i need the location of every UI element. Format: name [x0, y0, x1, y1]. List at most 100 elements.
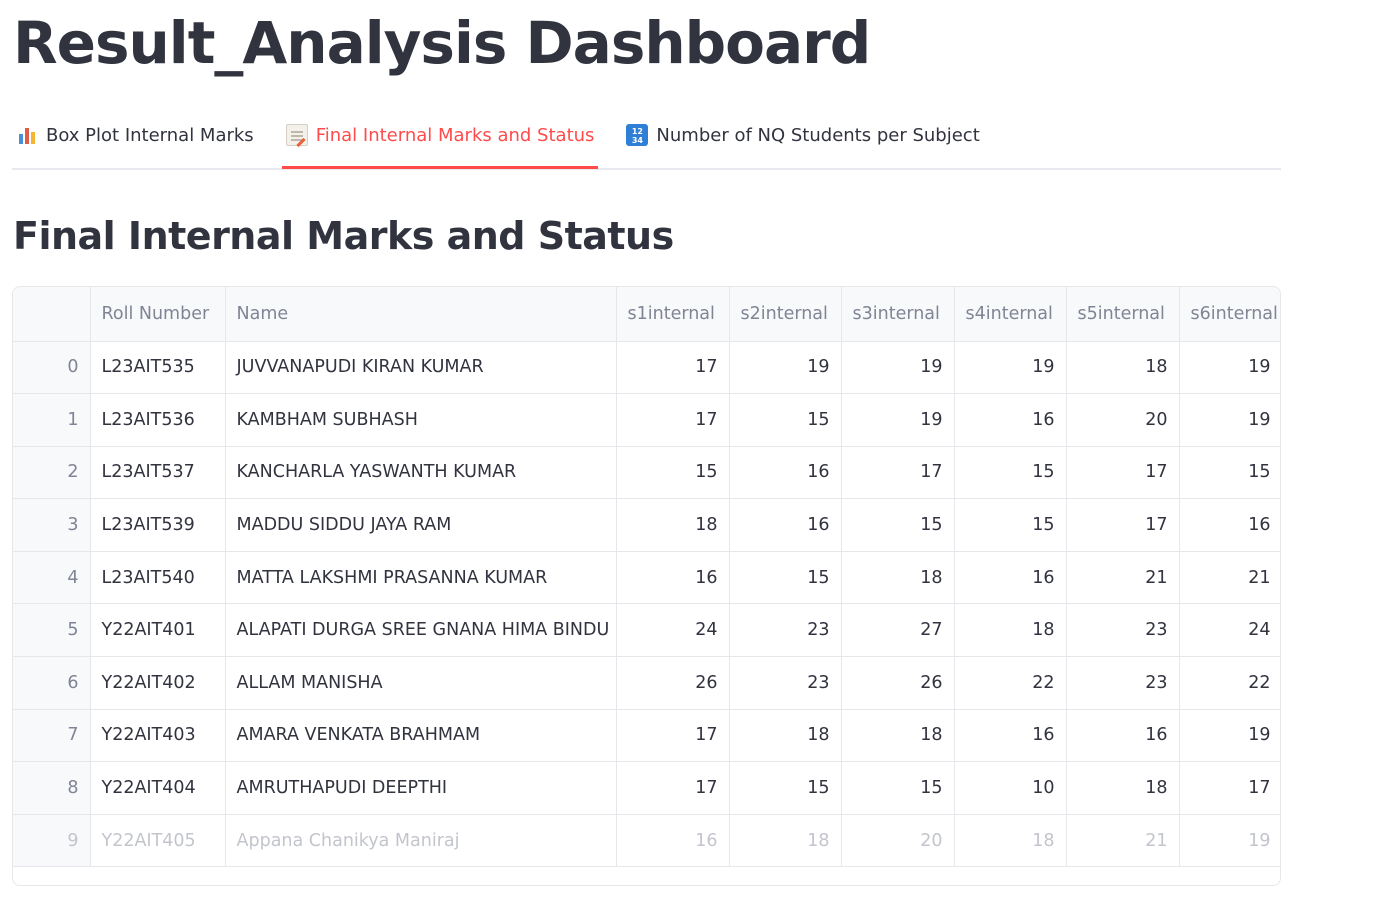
s1internal-cell[interactable]: 17: [616, 341, 730, 395]
column-header-s5internal[interactable]: s5internal: [1066, 287, 1180, 342]
s1internal-cell[interactable]: 26: [616, 656, 730, 710]
name-cell[interactable]: MATTA LAKSHMI PRASANNA KUMAR: [225, 551, 617, 605]
s4internal-cell[interactable]: 15: [954, 446, 1067, 500]
column-header-s6internal[interactable]: s6internal: [1179, 287, 1280, 342]
name-cell[interactable]: Appana Chanikya Maniraj: [225, 814, 617, 868]
s5internal-cell[interactable]: 17: [1066, 498, 1180, 552]
roll-number-cell[interactable]: Y22AIT404: [90, 761, 226, 815]
s2internal-cell[interactable]: 23: [729, 603, 842, 658]
name-cell[interactable]: AMARA VENKATA BRAHMAM: [225, 709, 617, 763]
tab-box-plot-internal-marks[interactable]: Box Plot Internal Marks: [12, 114, 258, 156]
s1internal-cell[interactable]: 24: [616, 603, 730, 658]
s6internal-cell[interactable]: 19: [1179, 393, 1280, 447]
s2internal-cell[interactable]: 16: [729, 498, 842, 552]
s3internal-cell[interactable]: 26: [841, 656, 955, 710]
roll-number-cell[interactable]: L23AIT537: [90, 446, 226, 500]
s6internal-cell[interactable]: 22: [1179, 656, 1280, 710]
s5internal-cell[interactable]: 20: [1066, 393, 1180, 447]
s4internal-cell[interactable]: 16: [954, 551, 1067, 605]
s5internal-cell[interactable]: 18: [1066, 341, 1180, 395]
row-index[interactable]: 7: [13, 709, 91, 763]
column-header-index[interactable]: [13, 287, 91, 342]
s5internal-cell[interactable]: 21: [1066, 551, 1180, 605]
roll-number-cell[interactable]: L23AIT539: [90, 498, 226, 552]
name-cell[interactable]: ALAPATI DURGA SREE GNANA HIMA BINDU: [225, 603, 617, 658]
s6internal-cell[interactable]: 19: [1179, 709, 1280, 763]
s5internal-cell[interactable]: 18: [1066, 761, 1180, 815]
s6internal-cell[interactable]: 15: [1179, 446, 1280, 500]
s3internal-cell[interactable]: 15: [841, 761, 955, 815]
row-index[interactable]: 2: [13, 446, 91, 500]
s5internal-cell[interactable]: 23: [1066, 656, 1180, 710]
row-index[interactable]: 4: [13, 551, 91, 605]
name-cell[interactable]: KAMBHAM SUBHASH: [225, 393, 617, 447]
s1internal-cell[interactable]: 17: [616, 761, 730, 815]
s1internal-cell[interactable]: 15: [616, 446, 730, 500]
s4internal-cell[interactable]: 19: [954, 341, 1067, 395]
name-cell[interactable]: JUVVANAPUDI KIRAN KUMAR: [225, 341, 617, 395]
s2internal-cell[interactable]: 16: [729, 446, 842, 500]
s3internal-cell[interactable]: 17: [841, 446, 955, 500]
name-cell[interactable]: ALLAM MANISHA: [225, 656, 617, 710]
s5internal-cell[interactable]: 21: [1066, 814, 1180, 868]
row-index[interactable]: 1: [13, 393, 91, 447]
s2internal-cell[interactable]: 15: [729, 393, 842, 447]
s1internal-cell[interactable]: 17: [616, 709, 730, 763]
s3internal-cell[interactable]: 18: [841, 551, 955, 605]
column-header-s3internal[interactable]: s3internal: [841, 287, 955, 342]
s3internal-cell[interactable]: 15: [841, 498, 955, 552]
s6internal-cell[interactable]: 17: [1179, 761, 1280, 815]
column-header-roll-number[interactable]: Roll Number: [90, 287, 226, 342]
column-header-s2internal[interactable]: s2internal: [729, 287, 842, 342]
s6internal-cell[interactable]: 24: [1179, 603, 1280, 658]
s3internal-cell[interactable]: 20: [841, 814, 955, 868]
s3internal-cell[interactable]: 27: [841, 603, 955, 658]
s1internal-cell[interactable]: 17: [616, 393, 730, 447]
s1internal-cell[interactable]: 18: [616, 498, 730, 552]
row-index[interactable]: 9: [13, 814, 91, 868]
roll-number-cell[interactable]: L23AIT536: [90, 393, 226, 447]
s4internal-cell[interactable]: 10: [954, 761, 1067, 815]
row-index[interactable]: 3: [13, 498, 91, 552]
tab-final-internal-marks[interactable]: Final Internal Marks and Status: [281, 114, 599, 169]
s6internal-cell[interactable]: 21: [1179, 551, 1280, 605]
s6internal-cell[interactable]: 19: [1179, 341, 1280, 395]
roll-number-cell[interactable]: Y22AIT403: [90, 709, 226, 763]
s2internal-cell[interactable]: 18: [729, 709, 842, 763]
s5internal-cell[interactable]: 16: [1066, 709, 1180, 763]
row-index[interactable]: 8: [13, 761, 91, 815]
roll-number-cell[interactable]: Y22AIT402: [90, 656, 226, 710]
s4internal-cell[interactable]: 18: [954, 814, 1067, 868]
row-index[interactable]: 0: [13, 341, 91, 395]
s2internal-cell[interactable]: 15: [729, 761, 842, 815]
row-index[interactable]: 6: [13, 656, 91, 710]
marks-table-container[interactable]: Roll Number Name s1internal s2internal s…: [12, 286, 1281, 886]
s4internal-cell[interactable]: 15: [954, 498, 1067, 552]
column-header-s1internal[interactable]: s1internal: [616, 287, 730, 342]
column-header-s4internal[interactable]: s4internal: [954, 287, 1067, 342]
roll-number-cell[interactable]: L23AIT540: [90, 551, 226, 605]
s4internal-cell[interactable]: 18: [954, 603, 1067, 658]
name-cell[interactable]: AMRUTHAPUDI DEEPTHI: [225, 761, 617, 815]
s5internal-cell[interactable]: 23: [1066, 603, 1180, 658]
name-cell[interactable]: KANCHARLA YASWANTH KUMAR: [225, 446, 617, 500]
row-index[interactable]: 5: [13, 603, 91, 658]
s2internal-cell[interactable]: 18: [729, 814, 842, 868]
s2internal-cell[interactable]: 15: [729, 551, 842, 605]
s2internal-cell[interactable]: 19: [729, 341, 842, 395]
s1internal-cell[interactable]: 16: [616, 551, 730, 605]
s3internal-cell[interactable]: 19: [841, 393, 955, 447]
roll-number-cell[interactable]: Y22AIT401: [90, 603, 226, 658]
tab-nq-students-per-subject[interactable]: 12 34 Number of NQ Students per Subject: [622, 114, 983, 156]
roll-number-cell[interactable]: L23AIT535: [90, 341, 226, 395]
name-cell[interactable]: MADDU SIDDU JAYA RAM: [225, 498, 617, 552]
s6internal-cell[interactable]: 16: [1179, 498, 1280, 552]
s2internal-cell[interactable]: 23: [729, 656, 842, 710]
s6internal-cell[interactable]: 19: [1179, 814, 1280, 868]
s4internal-cell[interactable]: 16: [954, 709, 1067, 763]
s4internal-cell[interactable]: 16: [954, 393, 1067, 447]
s3internal-cell[interactable]: 18: [841, 709, 955, 763]
s4internal-cell[interactable]: 22: [954, 656, 1067, 710]
s3internal-cell[interactable]: 19: [841, 341, 955, 395]
roll-number-cell[interactable]: Y22AIT405: [90, 814, 226, 868]
